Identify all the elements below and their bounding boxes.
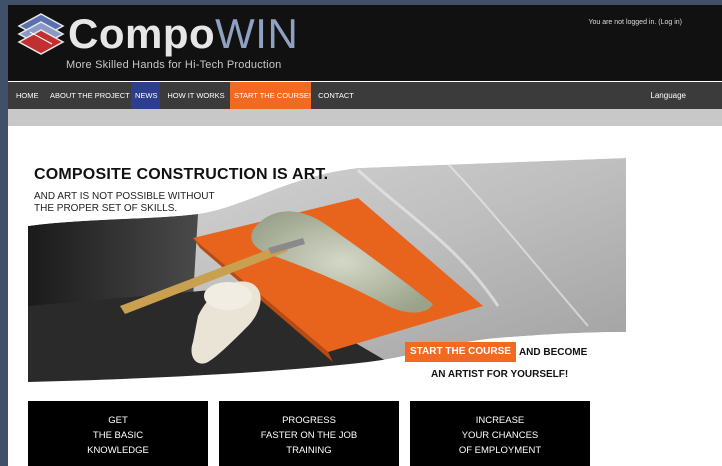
subnav-bar — [8, 109, 722, 126]
main-nav: HOME ABOUT THE PROJECT NEWS HOW IT WORKS… — [8, 82, 722, 109]
nav-item-how-it-works[interactable]: HOW IT WORKS — [163, 82, 229, 109]
feature-line: PROGRESS — [282, 415, 336, 426]
nav-item-news[interactable]: NEWS — [131, 82, 160, 109]
feature-line: OF EMPLOYMENT — [458, 445, 542, 456]
site-tagline: More Skilled Hands for Hi-Tech Productio… — [66, 59, 282, 71]
hero-headline: COMPOSITE CONSTRUCTION IS ART. — [34, 166, 329, 183]
nav-item-contact[interactable]: CONTACT — [313, 82, 359, 109]
login-link[interactable]: (Log in) — [658, 19, 682, 26]
nav-item-start-course[interactable]: START THE COURSE! — [230, 82, 311, 109]
feature-box-employment[interactable]: INCREASE YOUR CHANCES OF EMPLOYMENT — [410, 401, 590, 466]
site-header: CompoWIN More Skilled Hands for Hi-Tech … — [8, 5, 722, 81]
logo-wordmark[interactable]: CompoWIN — [68, 11, 298, 57]
cta-text-after: AND BECOME — [518, 346, 588, 358]
hero-sub-line-2: THE PROPER SET OF SKILLS. — [34, 203, 178, 214]
page-frame: CompoWIN More Skilled Hands for Hi-Tech … — [8, 5, 722, 466]
login-status: You are not logged in. (Log in) — [588, 19, 682, 26]
hero-cta-row: START THE COURSE AND BECOME — [405, 342, 587, 364]
feature-box-basic-knowledge[interactable]: GET THE BASIC KNOWLEDGE — [28, 401, 208, 466]
feature-line: INCREASE — [475, 415, 525, 426]
feature-line: TRAINING — [286, 445, 332, 456]
cta-text-line-2: AN ARTIST FOR YOURSELF! — [431, 369, 569, 380]
feature-line: THE BASIC — [92, 430, 144, 441]
logo-text-win: WIN — [215, 10, 299, 57]
logo-icon[interactable] — [16, 12, 66, 58]
hero-banner: COMPOSITE CONSTRUCTION IS ART. AND ART I… — [28, 156, 626, 382]
feature-line: GET — [108, 415, 128, 426]
logo-text-compo: Compo — [68, 10, 216, 57]
feature-line: FASTER ON THE JOB — [260, 430, 358, 441]
feature-line: YOUR CHANCES — [461, 430, 539, 441]
hero-subheadline: AND ART IS NOT POSSIBLE WITHOUT THE PROP… — [34, 191, 215, 215]
feature-box-progress[interactable]: PROGRESS FASTER ON THE JOB TRAINING — [219, 401, 399, 466]
nav-item-about[interactable]: ABOUT THE PROJECT — [46, 82, 130, 109]
start-course-button[interactable]: START THE COURSE — [405, 342, 516, 362]
language-selector[interactable]: Language — [650, 82, 686, 109]
nav-item-home[interactable]: HOME — [12, 82, 41, 109]
hero-sub-line-1: AND ART IS NOT POSSIBLE WITHOUT — [34, 191, 215, 202]
feature-line: KNOWLEDGE — [87, 445, 149, 456]
login-status-text: You are not logged in. — [588, 19, 657, 26]
